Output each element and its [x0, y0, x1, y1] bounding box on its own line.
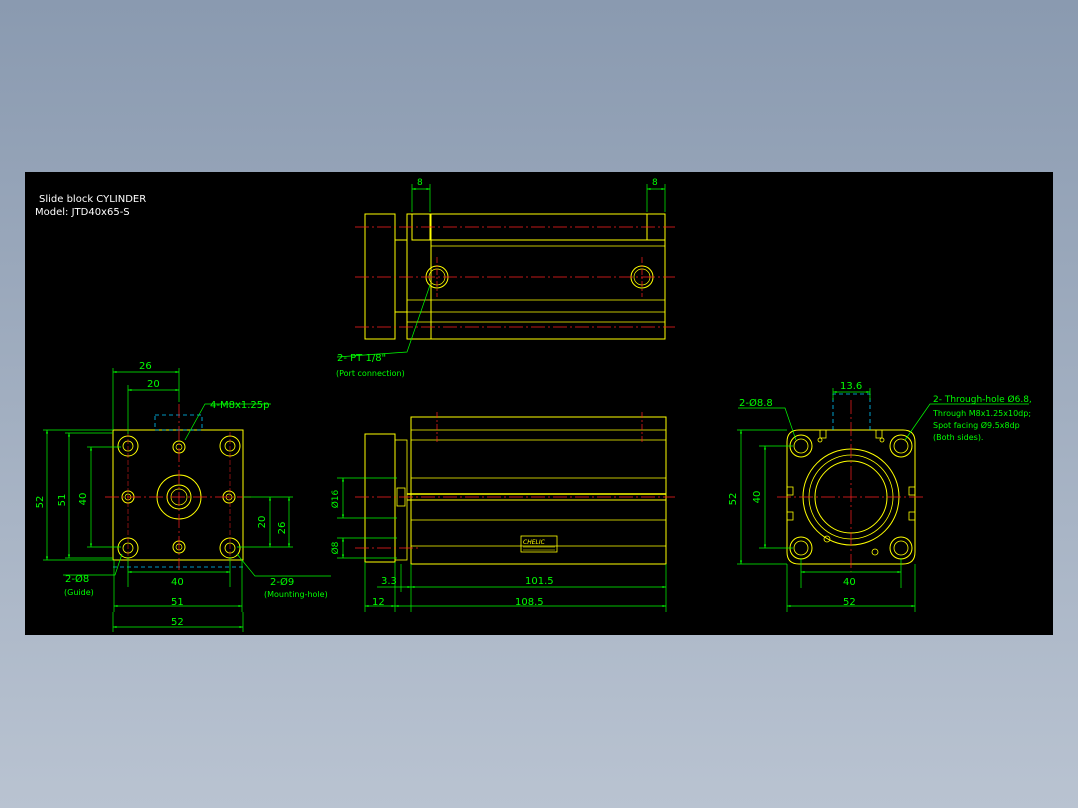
dim-40-h-right: 40: [843, 577, 856, 588]
right-corner-hole: [889, 536, 913, 560]
front-end-cap: [364, 433, 396, 563]
right-corner-hole-inner: [793, 540, 809, 556]
hole-label: 2-Ø8.8: [739, 397, 773, 409]
right-small-hole: [871, 548, 879, 556]
dim-top-left-8: 8: [417, 178, 423, 188]
top-view: 8 8 2- PT 1/8" (Port connection): [336, 178, 675, 378]
right-slot: [908, 511, 916, 521]
right-small-hole: [817, 437, 823, 443]
top-rod-block: [394, 239, 408, 313]
right-corner-hole: [789, 434, 813, 458]
right-corner-hole: [889, 434, 913, 458]
dim-52-h: 52: [171, 617, 184, 628]
top-body: [406, 213, 666, 340]
title-line-2: Model: JTD40x65-S: [35, 207, 130, 218]
right-slot: [908, 486, 916, 496]
dim-26-top: 26: [139, 361, 152, 372]
dim-51-v: 51: [57, 494, 68, 507]
dim-top-right-8: 8: [652, 178, 658, 188]
port-note: (Port connection): [336, 369, 405, 378]
dim-12: 12: [372, 597, 385, 608]
dim-20-v: 20: [257, 516, 268, 529]
through-line-2: Through M8x1.25x10dp;: [932, 409, 1031, 418]
port-label: 2- PT 1/8": [337, 353, 386, 364]
right-slot: [786, 486, 794, 496]
title-line-1: Slide block CYLINDER: [39, 194, 146, 205]
right-hidden-boss: [832, 393, 871, 430]
drawing-canvas[interactable]: Slide block CYLINDER Model: JTD40x65-S 8…: [25, 172, 1053, 635]
left-end-view: 26 20 4-M8x1.25p 52 51 40 20 26 2-Ø8 (Gu…: [35, 361, 331, 632]
right-corner-hole-inner: [893, 438, 909, 454]
dim-52-v-right: 52: [728, 493, 739, 506]
right-slot: [875, 429, 883, 439]
through-line-4: (Both sides).: [933, 433, 983, 442]
dim-40-h: 40: [171, 577, 184, 588]
dim-phi8: Ø8: [330, 541, 341, 554]
nameplate-text: CHELIC: [523, 539, 546, 546]
right-corner-hole-inner: [793, 438, 809, 454]
through-line-3: Spot facing Ø9.5x8dp: [933, 420, 1020, 430]
dim-40-v: 40: [78, 493, 89, 506]
right-slot: [786, 511, 794, 521]
drawing-sheet: Slide block CYLINDER Model: JTD40x65-S 8…: [35, 178, 1032, 632]
mount-leader: [236, 553, 331, 577]
guide-note: (Guide): [64, 588, 94, 597]
right-corner-hole-inner: [893, 540, 909, 556]
dim-phi16: Ø16: [330, 489, 341, 508]
dim-20-top: 20: [147, 379, 160, 390]
dim-26-v: 26: [277, 522, 288, 535]
thread-label: 4-M8x1.25p: [210, 400, 270, 411]
cad-viewport: Slide block CYLINDER Model: JTD40x65-S 8…: [0, 0, 1078, 808]
dim-101-5: 101.5: [525, 576, 554, 587]
front-view: CHELIC Ø16 Ø8 3.3 101.5 12 108.5: [330, 412, 675, 612]
right-small-hole: [879, 437, 885, 443]
title-block: Slide block CYLINDER Model: JTD40x65-S: [35, 194, 146, 218]
mount-note: (Mounting-hole): [264, 590, 328, 599]
dim-3-3: 3.3: [381, 576, 397, 587]
dim-52-h-right: 52: [843, 597, 856, 608]
port-leader: [336, 284, 431, 358]
guide-label: 2-Ø8: [65, 573, 89, 585]
dim-51-h: 51: [171, 597, 184, 608]
through-line-1: 2- Through-hole Ø6.8,: [933, 394, 1032, 405]
right-corner-hole: [789, 536, 813, 560]
right-slot: [819, 429, 827, 439]
hole-leader: [738, 407, 797, 441]
top-end-cap: [364, 213, 396, 340]
dim-108-5: 108.5: [515, 597, 544, 608]
dim-40-v-right: 40: [752, 491, 763, 504]
dim-13-6: 13.6: [840, 381, 862, 392]
mount-label: 2-Ø9: [270, 576, 294, 588]
right-end-view: 13.6 2-Ø8.8 2- Through-hole Ø6.8, Throug…: [728, 381, 1032, 612]
dim-52-v: 52: [35, 496, 46, 509]
